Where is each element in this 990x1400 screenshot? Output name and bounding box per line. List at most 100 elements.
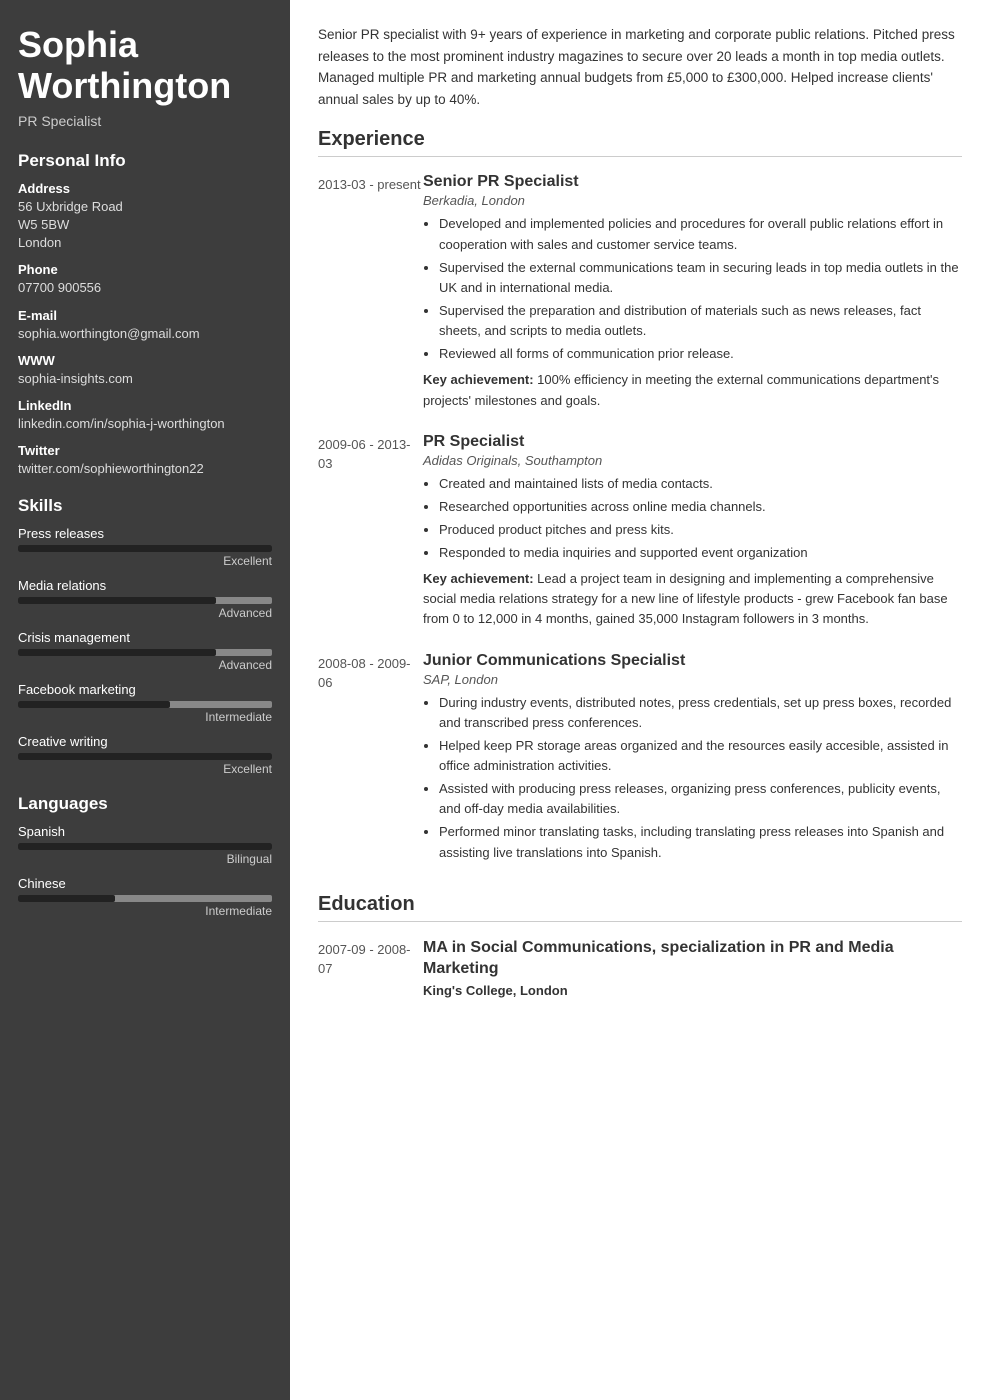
experience-date: 2008-08 - 2009-06 [318, 652, 423, 869]
education-school: King's College, London [423, 983, 962, 998]
email-label: E-mail [18, 308, 272, 323]
skill-item: Media relations Advanced [18, 578, 272, 620]
skills-list: Press releases Excellent Media relations… [18, 526, 272, 776]
www-block: WWW sophia-insights.com [18, 353, 272, 388]
language-name: Chinese [18, 876, 272, 891]
experience-bullet: During industry events, distributed note… [439, 693, 962, 733]
experience-job-title: PR Specialist [423, 433, 962, 451]
skills-heading: Skills [18, 496, 272, 516]
languages-heading: Languages [18, 794, 272, 814]
phone-label: Phone [18, 262, 272, 277]
experience-bullet: Performed minor translating tasks, inclu… [439, 822, 962, 862]
linkedin-value: linkedin.com/in/sophia-j-worthington [18, 415, 272, 433]
summary-text: Senior PR specialist with 9+ years of ex… [318, 24, 962, 110]
candidate-name: Sophia Worthington [18, 24, 272, 107]
education-heading: Education [318, 893, 962, 922]
candidate-job-title: PR Specialist [18, 113, 272, 129]
experience-bullet: Assisted with producing press releases, … [439, 779, 962, 819]
experience-date: 2009-06 - 2013-03 [318, 433, 423, 630]
email-value: sophia.worthington@gmail.com [18, 325, 272, 343]
skill-item: Creative writing Excellent [18, 734, 272, 776]
twitter-value: twitter.com/sophieworthington22 [18, 460, 272, 478]
education-section: Education 2007-09 - 2008-07 MA in Social… [318, 893, 962, 999]
experience-bullet: Responded to media inquiries and support… [439, 543, 962, 563]
experience-content: PR Specialist Adidas Originals, Southamp… [423, 433, 962, 630]
language-item: Chinese Intermediate [18, 876, 272, 918]
address-label: Address [18, 181, 272, 196]
language-name: Spanish [18, 824, 272, 839]
skill-bar [18, 597, 272, 604]
personal-info-heading: Personal Info [18, 151, 272, 171]
experience-content: Senior PR Specialist Berkadia, London De… [423, 173, 962, 410]
experience-bullets: Developed and implemented policies and p… [439, 214, 962, 364]
experience-heading: Experience [318, 128, 962, 157]
experience-bullet: Supervised the preparation and distribut… [439, 301, 962, 341]
www-label: WWW [18, 353, 272, 368]
experience-bullet: Reviewed all forms of communication prio… [439, 344, 962, 364]
language-bar [18, 843, 272, 850]
skill-name: Facebook marketing [18, 682, 272, 697]
linkedin-label: LinkedIn [18, 398, 272, 413]
experience-job-title: Junior Communications Specialist [423, 652, 962, 670]
skill-bar [18, 753, 272, 760]
experience-entry: 2008-08 - 2009-06 Junior Communications … [318, 652, 962, 869]
experience-company: SAP, London [423, 672, 962, 687]
language-level: Intermediate [18, 904, 272, 918]
experience-content: Junior Communications Specialist SAP, Lo… [423, 652, 962, 869]
skill-level: Excellent [18, 554, 272, 568]
skill-level: Advanced [18, 658, 272, 672]
experience-bullet: Helped keep PR storage areas organized a… [439, 736, 962, 776]
education-list: 2007-09 - 2008-07 MA in Social Communica… [318, 938, 962, 999]
sidebar: Sophia Worthington PR Specialist Persona… [0, 0, 290, 1400]
education-entry: 2007-09 - 2008-07 MA in Social Communica… [318, 938, 962, 999]
experience-entry: 2013-03 - present Senior PR Specialist B… [318, 173, 962, 410]
language-item: Spanish Bilingual [18, 824, 272, 866]
skill-bar [18, 649, 272, 656]
experience-bullet: Created and maintained lists of media co… [439, 474, 962, 494]
education-date: 2007-09 - 2008-07 [318, 938, 423, 999]
experience-bullets: Created and maintained lists of media co… [439, 474, 962, 564]
linkedin-block: LinkedIn linkedin.com/in/sophia-j-worthi… [18, 398, 272, 433]
skill-level: Excellent [18, 762, 272, 776]
skill-name: Crisis management [18, 630, 272, 645]
languages-list: Spanish Bilingual Chinese Intermediate [18, 824, 272, 918]
skill-bar [18, 701, 272, 708]
experience-achievement: Key achievement: 100% efficiency in meet… [423, 370, 962, 410]
experience-bullet: Supervised the external communications t… [439, 258, 962, 298]
experience-section: Experience 2013-03 - present Senior PR S… [318, 128, 962, 868]
skill-name: Media relations [18, 578, 272, 593]
experience-company: Berkadia, London [423, 193, 962, 208]
experience-date: 2013-03 - present [318, 173, 423, 410]
main-content: Senior PR specialist with 9+ years of ex… [290, 0, 990, 1400]
language-level: Bilingual [18, 852, 272, 866]
experience-entry: 2009-06 - 2013-03 PR Specialist Adidas O… [318, 433, 962, 630]
address-line3: London [18, 234, 272, 252]
address-line2: W5 5BW [18, 216, 272, 234]
skill-bar [18, 545, 272, 552]
skill-item: Press releases Excellent [18, 526, 272, 568]
twitter-block: Twitter twitter.com/sophieworthington22 [18, 443, 272, 478]
twitter-label: Twitter [18, 443, 272, 458]
address-line1: 56 Uxbridge Road [18, 198, 272, 216]
experience-bullet: Produced product pitches and press kits. [439, 520, 962, 540]
www-value: sophia-insights.com [18, 370, 272, 388]
address-block: Address 56 Uxbridge Road W5 5BW London [18, 181, 272, 253]
skill-level: Advanced [18, 606, 272, 620]
experience-bullets: During industry events, distributed note… [439, 693, 962, 863]
language-bar [18, 895, 272, 902]
experience-bullet: Developed and implemented policies and p… [439, 214, 962, 254]
experience-achievement: Key achievement: Lead a project team in … [423, 569, 962, 629]
skill-level: Intermediate [18, 710, 272, 724]
experience-list: 2013-03 - present Senior PR Specialist B… [318, 173, 962, 868]
email-block: E-mail sophia.worthington@gmail.com [18, 308, 272, 343]
phone-value: 07700 900556 [18, 279, 272, 297]
skill-name: Press releases [18, 526, 272, 541]
skill-name: Creative writing [18, 734, 272, 749]
experience-job-title: Senior PR Specialist [423, 173, 962, 191]
phone-block: Phone 07700 900556 [18, 262, 272, 297]
education-content: MA in Social Communications, specializat… [423, 938, 962, 999]
experience-company: Adidas Originals, Southampton [423, 453, 962, 468]
skill-item: Crisis management Advanced [18, 630, 272, 672]
experience-bullet: Researched opportunities across online m… [439, 497, 962, 517]
education-degree: MA in Social Communications, specializat… [423, 938, 962, 980]
